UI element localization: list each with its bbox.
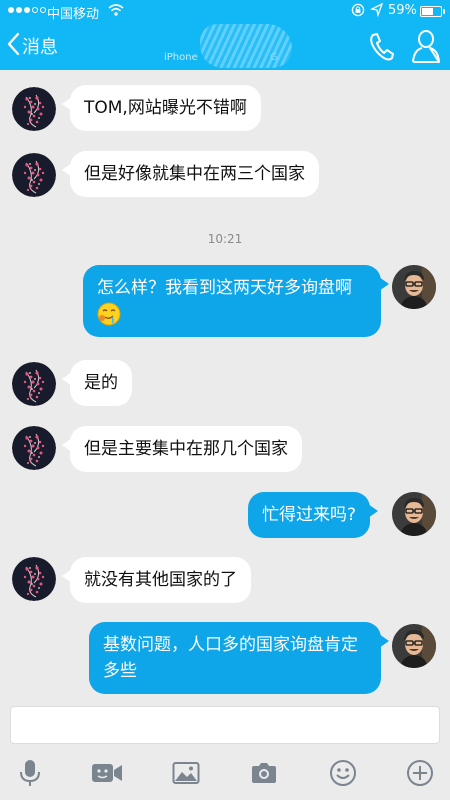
device-name-text: iPhone (164, 52, 198, 63)
drooling-face-icon (97, 302, 121, 326)
chevron-left-icon (6, 32, 20, 60)
incoming-message-bubble[interactable]: 但是主要集中在那几个国家 (62, 426, 302, 472)
incoming-message-bubble[interactable]: TOM,网站曝光不错啊 (62, 85, 261, 131)
contact-avatar[interactable] (12, 362, 56, 406)
plus-icon (406, 759, 434, 791)
video-chat-icon (91, 761, 123, 789)
contact-avatar[interactable] (12, 426, 56, 470)
outgoing-message-bubble[interactable]: 基数问题，人口多的国家询盘肯定多些 (89, 622, 389, 694)
camera-button[interactable] (249, 760, 279, 790)
phone-icon (366, 33, 396, 66)
incoming-message-bubble[interactable]: 就没有其他国家的了 (62, 557, 251, 603)
my-avatar[interactable] (392, 492, 436, 536)
my-avatar[interactable] (392, 624, 436, 668)
camera-icon (250, 761, 278, 789)
incoming-message-bubble[interactable]: 但是好像就集中在两三个国家 (62, 151, 319, 197)
emoji-button[interactable] (328, 760, 358, 790)
top-navigation-bar: 中国移动 59% 消息 iPhone (0, 0, 450, 70)
contact-profile-button[interactable] (410, 28, 442, 64)
image-icon (172, 761, 200, 789)
contact-avatar[interactable] (12, 87, 56, 131)
video-chat-button[interactable] (92, 760, 122, 790)
chat-toolbar (0, 750, 450, 800)
person-icon (410, 30, 442, 68)
battery-percentage: 59% (388, 3, 417, 18)
message-input[interactable] (10, 706, 440, 744)
wifi-icon (108, 3, 124, 21)
emoji-icon (329, 759, 357, 791)
outgoing-message-text: 怎么样？我看到这两天好多询盘啊 (97, 278, 352, 298)
message-timestamp: 10:21 (207, 232, 243, 246)
chat-message-list[interactable]: TOM,网站曝光不错啊 但是好像就集中在两三个国家 10:21 怎么样？我看到这… (0, 70, 450, 698)
more-options-button[interactable] (405, 760, 435, 790)
outgoing-message-bubble[interactable]: 怎么样？我看到这两天好多询盘啊 (83, 265, 389, 337)
battery-icon (420, 6, 445, 17)
location-arrow-icon (370, 2, 384, 22)
incoming-message-bubble[interactable]: 是的 (62, 360, 132, 406)
phone-call-button[interactable] (366, 30, 396, 62)
contact-avatar[interactable] (12, 557, 56, 601)
message-compose-area (0, 698, 450, 750)
photo-album-button[interactable] (171, 760, 201, 790)
my-avatar[interactable] (392, 265, 436, 309)
microphone-icon (19, 758, 41, 792)
voice-button[interactable] (15, 760, 45, 790)
status-bar: 中国移动 59% (0, 0, 450, 22)
redaction-scribble (200, 24, 292, 68)
carrier-name: 中国移动 (47, 7, 100, 22)
contact-avatar[interactable] (12, 153, 56, 197)
back-button[interactable]: 消息 (6, 30, 58, 62)
back-label: 消息 (22, 37, 58, 58)
rotation-lock-icon (351, 3, 365, 21)
signal-strength-icon (8, 7, 46, 13)
outgoing-message-bubble[interactable]: 忙得过来吗? (248, 492, 379, 538)
